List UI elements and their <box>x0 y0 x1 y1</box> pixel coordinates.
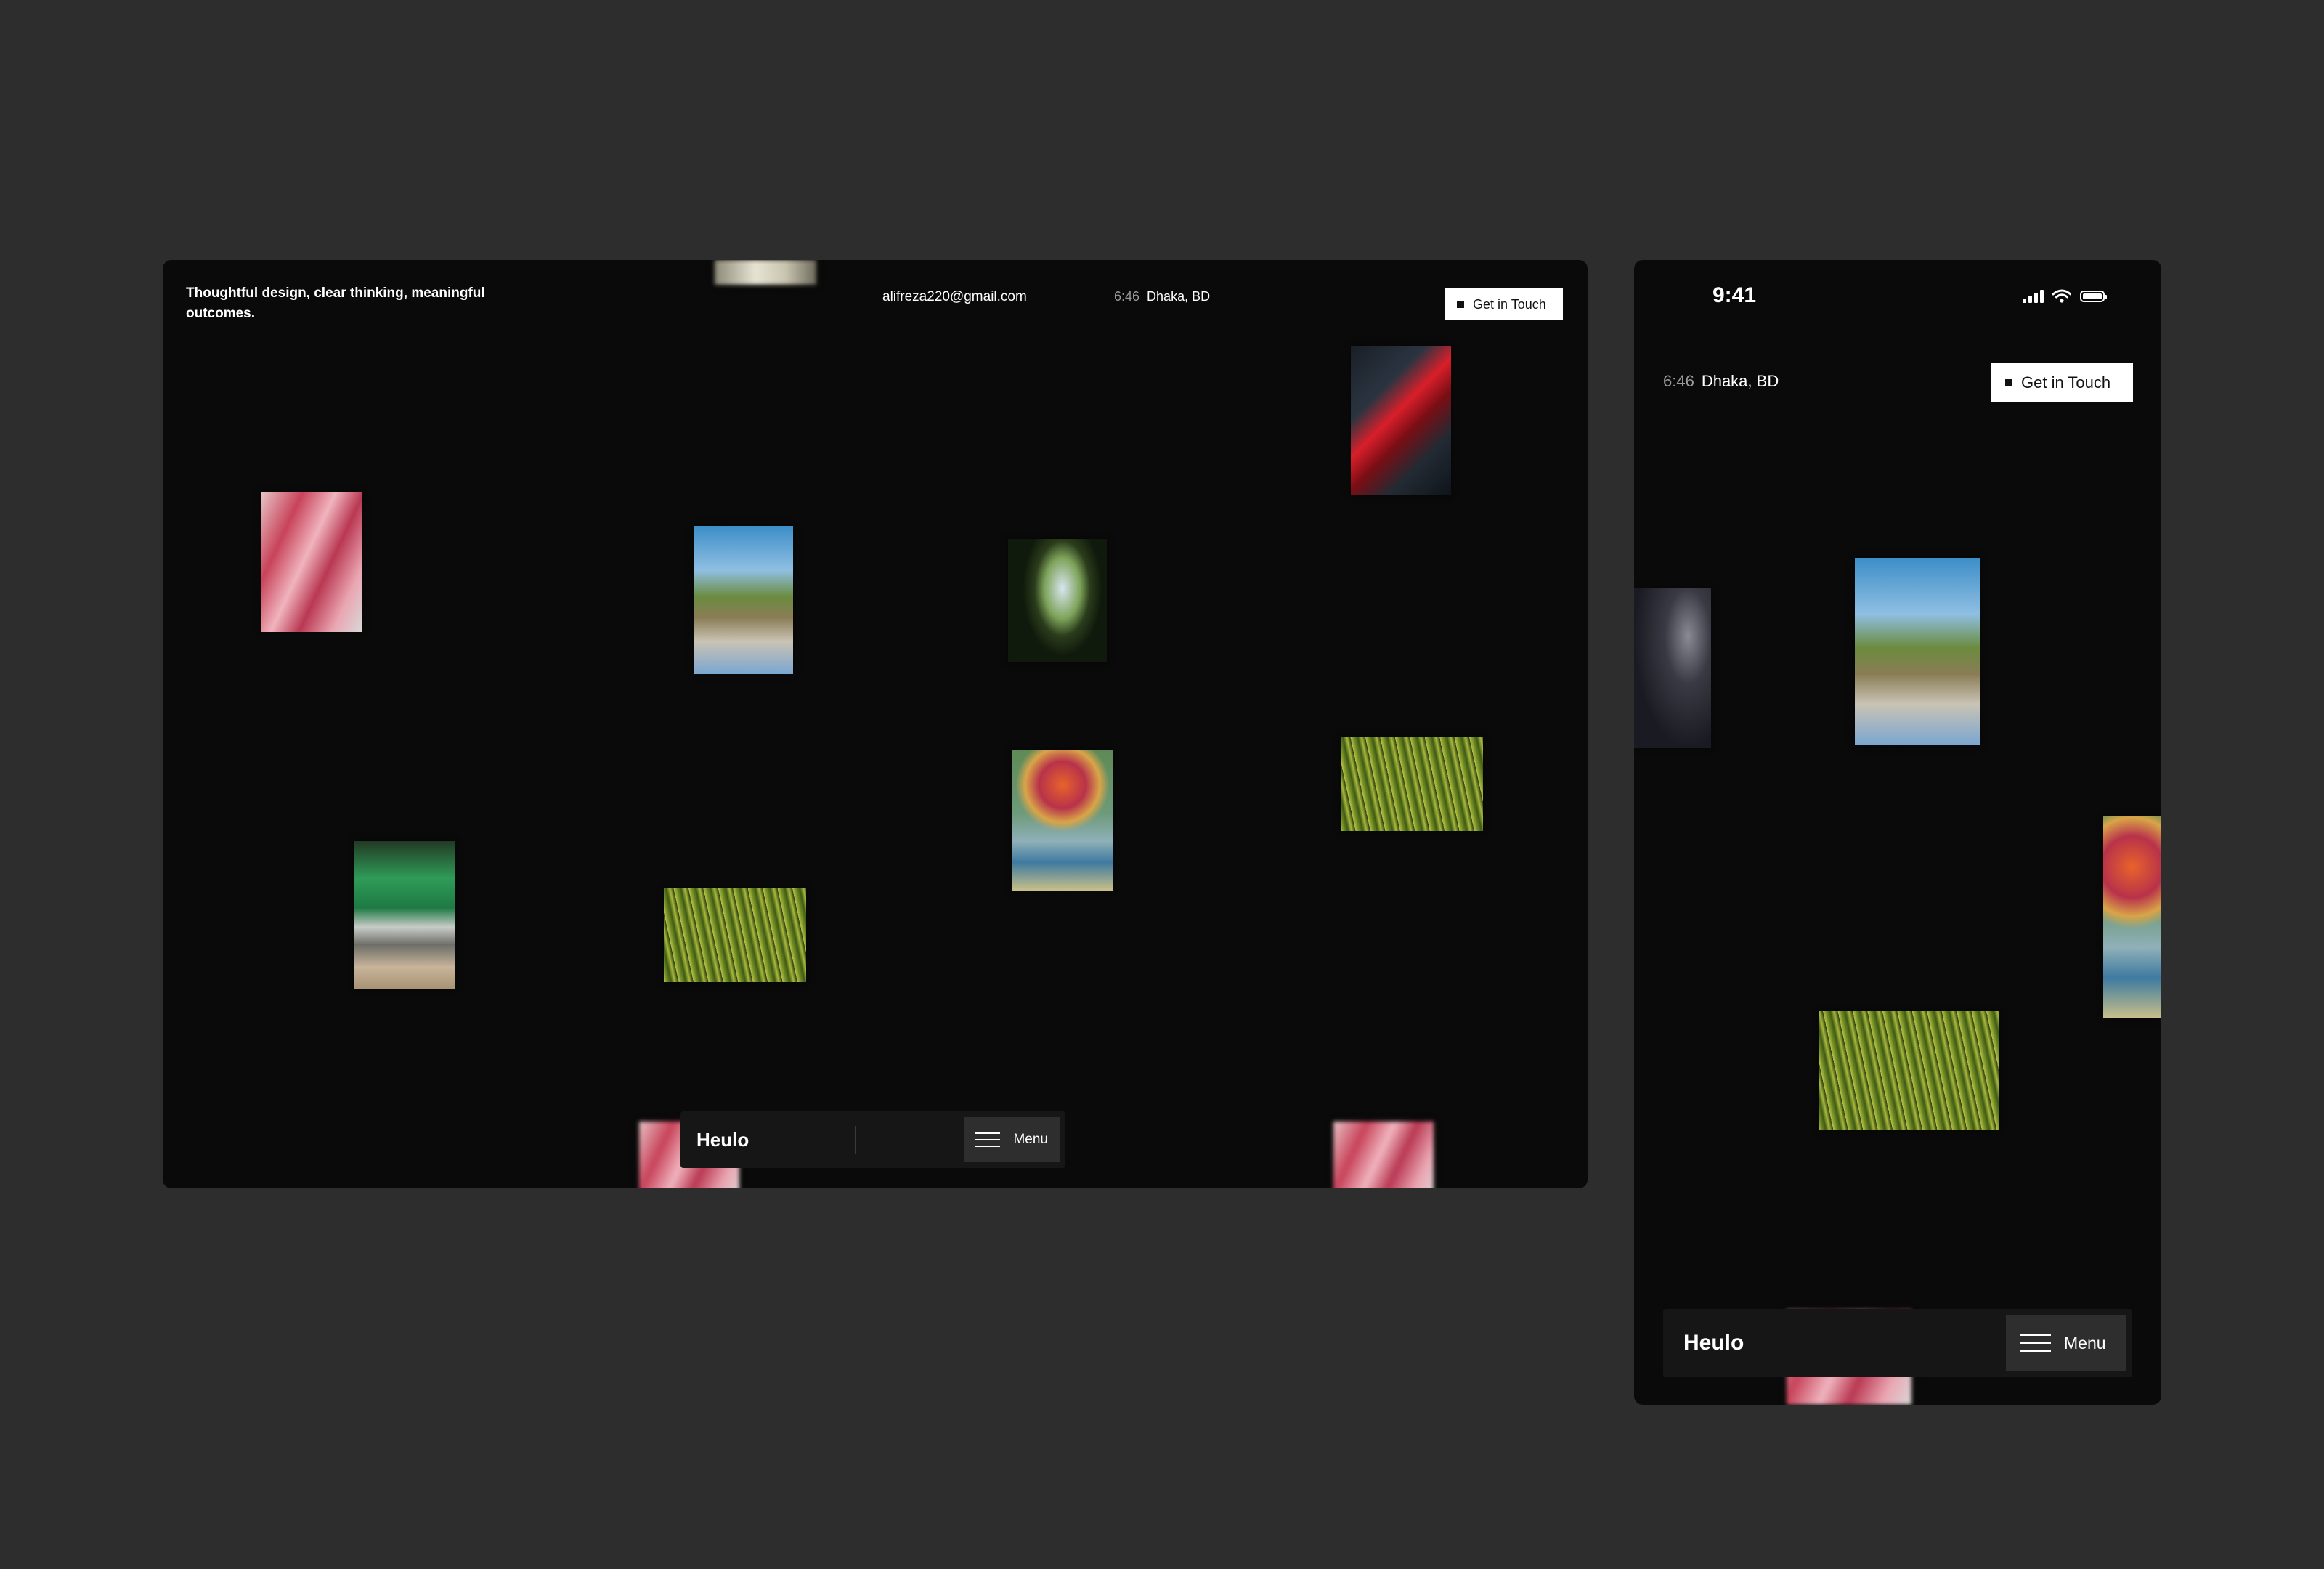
photo-pink-blur[interactable] <box>1333 1122 1434 1188</box>
hamburger-menu-icon <box>2020 1334 2051 1352</box>
menu-label: Menu <box>1013 1132 1048 1147</box>
location-time: 6:46 Dhaka, BD <box>1114 289 1210 304</box>
menu-label: Menu <box>2064 1333 2106 1353</box>
photo-red-machine[interactable] <box>1351 346 1451 495</box>
email-link[interactable]: alifreza220@gmail.com <box>882 289 1027 305</box>
photo-field-picnic[interactable] <box>1855 558 1980 745</box>
photo-field-picnic[interactable] <box>694 526 793 674</box>
photo-flower-vase[interactable] <box>1012 750 1113 891</box>
cellular-signal-icon <box>2023 290 2044 303</box>
photo-night-sky[interactable] <box>1634 588 1711 748</box>
get-in-touch-label: Get in Touch <box>2021 373 2111 392</box>
photo-pink-blur[interactable] <box>261 492 362 632</box>
bottom-nav: Heulo Menu <box>1663 1309 2132 1377</box>
photo-green-car[interactable] <box>354 841 455 989</box>
battery-icon <box>2080 291 2107 302</box>
status-bar-time: 9:41 <box>1712 283 1757 307</box>
photo-rice-field[interactable] <box>1341 737 1483 831</box>
get-in-touch-button[interactable]: Get in Touch <box>1445 288 1563 320</box>
local-time: 6:46 <box>1663 372 1694 390</box>
brand-logo[interactable]: Heulo <box>696 1129 749 1151</box>
mobile-preview: 9:41 6:46 Dhaka, BD Get in Touch Heulo M… <box>1634 260 2161 1405</box>
photo-flower-vase[interactable] <box>2103 816 2161 1018</box>
status-bar-icons <box>2023 289 2107 304</box>
location-label: Dhaka, BD <box>1701 372 1779 390</box>
desktop-preview: Thoughtful design, clear thinking, meani… <box>163 260 1588 1188</box>
menu-button[interactable]: Menu <box>2006 1315 2126 1371</box>
local-time: 6:46 <box>1114 289 1140 304</box>
wifi-icon <box>2052 289 2071 303</box>
tagline: Thoughtful design, clear thinking, meani… <box>186 285 485 321</box>
location-label: Dhaka, BD <box>1147 289 1211 304</box>
hamburger-menu-icon <box>975 1132 1001 1147</box>
location-time: 6:46 Dhaka, BD <box>1663 372 1779 391</box>
photo-cream <box>715 260 816 285</box>
photo-rice-field[interactable] <box>664 888 806 982</box>
get-in-touch-label: Get in Touch <box>1473 296 1546 312</box>
square-icon <box>1457 301 1464 308</box>
photo-rice-field[interactable] <box>1819 1011 1999 1130</box>
nav-divider <box>855 1126 856 1154</box>
get-in-touch-button[interactable]: Get in Touch <box>1991 363 2133 402</box>
menu-button[interactable]: Menu <box>964 1117 1060 1162</box>
square-icon <box>2005 379 2012 386</box>
photo-tunnel-view[interactable] <box>1008 539 1107 662</box>
bottom-nav: Heulo Menu <box>680 1111 1065 1168</box>
brand-logo[interactable]: Heulo <box>1683 1331 1744 1355</box>
